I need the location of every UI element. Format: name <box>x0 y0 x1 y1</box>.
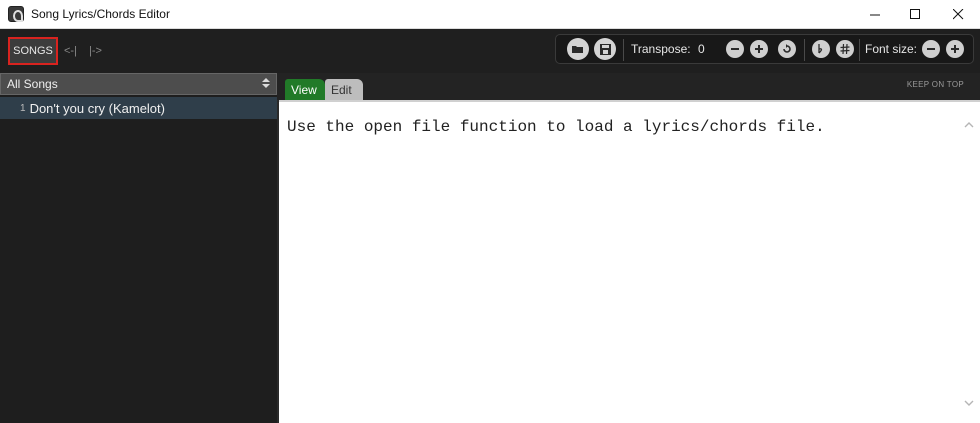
font-size-label: Font size: <box>865 42 918 56</box>
select-arrows-icon <box>262 78 270 90</box>
save-file-button[interactable] <box>594 38 616 60</box>
font-size-increase-button[interactable] <box>946 40 964 58</box>
toolbar-separator <box>623 39 624 61</box>
scroll-up-icon[interactable] <box>964 120 974 130</box>
main-toolbar: SONGS <-| |-> Transpose: 0 Font size: <box>0 29 980 73</box>
song-title: Don't you cry (Kamelot) <box>29 100 165 116</box>
tab-strip: View Edit KEEP ON TOP <box>277 73 980 100</box>
sharp-button[interactable] <box>836 40 854 58</box>
song-filter-select[interactable]: All Songs <box>0 73 277 95</box>
song-filter-value: All Songs <box>7 77 58 91</box>
transpose-up-button[interactable] <box>750 40 768 58</box>
minus-icon <box>731 48 739 50</box>
song-list: 1 Don't you cry (Kamelot) <box>0 95 277 423</box>
next-song-button[interactable]: |-> <box>89 45 102 57</box>
song-number: 1 <box>20 102 26 114</box>
save-icon <box>599 43 611 55</box>
maximize-button[interactable] <box>892 0 938 29</box>
scroll-down-icon[interactable] <box>964 398 974 408</box>
open-folder-icon <box>572 46 583 53</box>
font-plus-icon <box>951 45 959 53</box>
list-item[interactable]: 1 Don't you cry (Kamelot) <box>0 97 277 119</box>
title-bar: Song Lyrics/Chords Editor <box>0 0 980 29</box>
tab-view[interactable]: View <box>285 79 325 100</box>
toolbar-separator <box>804 39 805 61</box>
window-title: Song Lyrics/Chords Editor <box>31 7 170 21</box>
editor-content: Use the open file function to load a lyr… <box>287 118 825 136</box>
app-icon <box>8 6 24 22</box>
sharp-icon <box>840 44 850 54</box>
transpose-reset-button[interactable] <box>778 40 796 58</box>
font-size-decrease-button[interactable] <box>922 40 940 58</box>
maximize-icon <box>909 9 920 19</box>
tool-group: Transpose: 0 Font size: <box>555 34 974 64</box>
transpose-label: Transpose: <box>631 42 691 56</box>
lyrics-view-area[interactable]: Use the open file function to load a lyr… <box>279 100 980 423</box>
songs-button[interactable]: SONGS <box>8 37 58 65</box>
flat-button[interactable] <box>812 40 830 58</box>
close-icon <box>952 9 963 20</box>
transpose-value: 0 <box>698 42 705 56</box>
transpose-down-button[interactable] <box>726 40 744 58</box>
close-button[interactable] <box>935 0 980 29</box>
plus-icon <box>755 45 763 53</box>
tab-edit[interactable]: Edit <box>325 79 363 100</box>
song-list-panel: All Songs 1 Don't you cry (Kamelot) <box>0 73 277 423</box>
flat-icon <box>818 44 823 54</box>
previous-song-button[interactable]: <-| <box>64 45 77 57</box>
keep-on-top-toggle[interactable]: KEEP ON TOP <box>907 80 964 89</box>
reset-icon <box>783 44 791 53</box>
open-file-button[interactable] <box>567 38 589 60</box>
font-minus-icon <box>927 48 935 50</box>
toolbar-separator <box>859 39 860 61</box>
minimize-icon <box>869 14 880 16</box>
